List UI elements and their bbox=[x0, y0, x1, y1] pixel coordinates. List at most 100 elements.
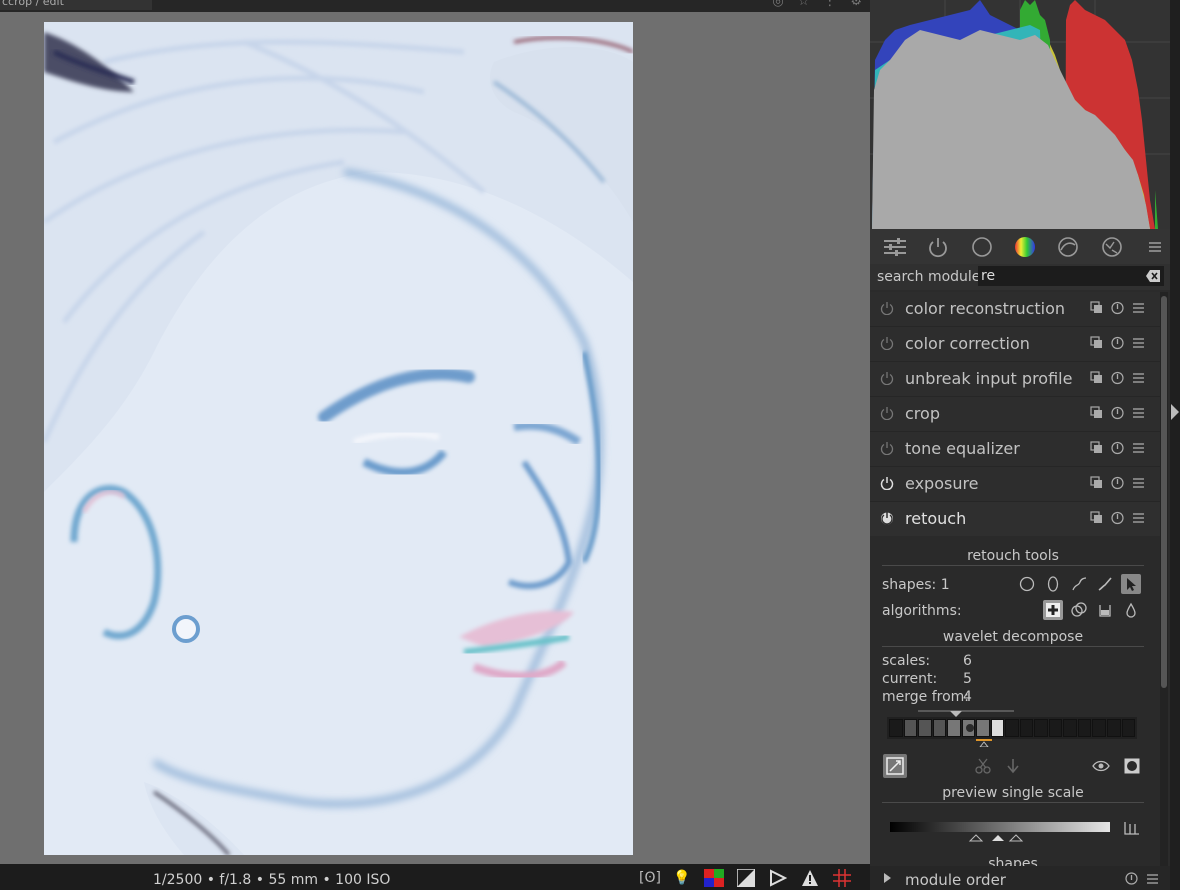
circle-icon[interactable] bbox=[967, 234, 996, 260]
focus-peaking-icon[interactable]: [ʘ] bbox=[638, 868, 662, 888]
module-order-bar[interactable]: module order bbox=[870, 866, 1170, 890]
scale-cell[interactable] bbox=[1077, 719, 1092, 737]
brush-shape-icon[interactable] bbox=[1095, 574, 1115, 594]
sliders-icon[interactable] bbox=[880, 234, 909, 260]
power-on-icon[interactable] bbox=[880, 511, 894, 525]
color-assessment-icon[interactable] bbox=[702, 868, 726, 888]
power-icon[interactable] bbox=[923, 234, 952, 260]
reset-icon[interactable] bbox=[1125, 872, 1138, 885]
search-module-input[interactable] bbox=[978, 266, 1164, 286]
softproof-icon[interactable] bbox=[734, 868, 758, 888]
reset-icon[interactable] bbox=[1111, 406, 1124, 420]
paste-down-icon[interactable] bbox=[1003, 756, 1023, 776]
correct-icon[interactable] bbox=[1054, 234, 1083, 260]
module-unbreak-input-profile[interactable]: unbreak input profile bbox=[870, 362, 1160, 397]
presets-menu-icon[interactable] bbox=[1132, 336, 1145, 350]
circle-shape-icon[interactable] bbox=[1017, 574, 1037, 594]
scale-cell[interactable] bbox=[1034, 719, 1048, 737]
clone-algorithm-icon[interactable] bbox=[1069, 600, 1089, 620]
groups-menu-icon[interactable] bbox=[1141, 234, 1170, 260]
module-order-label: module order bbox=[905, 871, 1006, 889]
reset-icon[interactable] bbox=[1111, 476, 1124, 490]
multi-instance-icon[interactable] bbox=[1090, 301, 1103, 315]
presets-menu-icon[interactable] bbox=[1132, 406, 1145, 420]
module-retouch[interactable]: retouch bbox=[870, 502, 1160, 537]
gear-icon[interactable]: ⚙ bbox=[850, 0, 862, 9]
more-icon[interactable]: ⋮ bbox=[823, 0, 836, 9]
blur-algorithm-icon[interactable] bbox=[1121, 600, 1141, 620]
scale-cell[interactable] bbox=[947, 719, 961, 737]
multi-instance-icon[interactable] bbox=[1090, 371, 1103, 385]
scale-cell[interactable] bbox=[903, 719, 918, 737]
reset-icon[interactable] bbox=[1111, 301, 1124, 315]
clear-search-icon[interactable] bbox=[1146, 270, 1160, 282]
power-icon[interactable] bbox=[880, 406, 894, 420]
path-shape-icon[interactable] bbox=[1069, 574, 1089, 594]
scale-cell-current[interactable] bbox=[961, 719, 976, 737]
scale-cell[interactable] bbox=[1019, 719, 1034, 737]
star-icon[interactable]: ☆ bbox=[798, 0, 810, 9]
collapse-panel-arrow-icon[interactable] bbox=[1171, 404, 1179, 420]
mask-display-icon[interactable] bbox=[1122, 756, 1142, 776]
lightbulb-icon[interactable]: 💡 bbox=[670, 868, 694, 888]
panel-scrollbar-thumb[interactable] bbox=[1161, 296, 1167, 688]
multi-instance-icon[interactable] bbox=[1090, 511, 1103, 525]
warning-icon[interactable] bbox=[798, 868, 822, 888]
reset-icon[interactable] bbox=[1111, 441, 1124, 455]
power-icon[interactable] bbox=[880, 371, 894, 385]
power-icon[interactable] bbox=[880, 336, 894, 350]
presets-menu-icon[interactable] bbox=[1146, 872, 1159, 885]
presets-menu-icon[interactable] bbox=[1132, 476, 1145, 490]
reset-icon[interactable] bbox=[1111, 511, 1124, 525]
presets-menu-icon[interactable] bbox=[1132, 371, 1145, 385]
multi-instance-icon[interactable] bbox=[1090, 406, 1103, 420]
scale-cell[interactable] bbox=[932, 719, 947, 737]
gamut-check-icon[interactable] bbox=[766, 868, 790, 888]
module-exposure[interactable]: exposure bbox=[870, 467, 1160, 502]
module-tone-equalizer[interactable]: tone equalizer bbox=[870, 432, 1160, 467]
presets-menu-icon[interactable] bbox=[1132, 301, 1145, 315]
color-wheel-icon[interactable] bbox=[1010, 234, 1039, 260]
power-icon[interactable] bbox=[880, 301, 894, 315]
ellipse-shape-icon[interactable] bbox=[1043, 574, 1063, 594]
reset-icon[interactable] bbox=[1111, 336, 1124, 350]
preview-levels-gradient[interactable] bbox=[890, 822, 1110, 832]
image-preview[interactable] bbox=[44, 22, 633, 855]
heal-algorithm-icon[interactable] bbox=[1043, 600, 1063, 620]
multi-instance-icon[interactable] bbox=[1090, 476, 1103, 490]
scale-cell[interactable] bbox=[1063, 719, 1077, 737]
module-crop[interactable]: crop bbox=[870, 397, 1160, 432]
scale-cell[interactable] bbox=[1048, 719, 1063, 737]
show-shapes-icon[interactable] bbox=[1121, 574, 1141, 594]
power-icon[interactable] bbox=[880, 441, 894, 455]
presets-menu-icon[interactable] bbox=[1132, 511, 1145, 525]
scale-cell[interactable] bbox=[889, 719, 903, 737]
info-icon[interactable]: ◎ bbox=[772, 0, 783, 9]
image-breadcrumb: ccrop / edit bbox=[0, 0, 152, 10]
guides-icon[interactable] bbox=[830, 868, 854, 888]
scale-cell[interactable] bbox=[990, 719, 1005, 737]
histogram[interactable] bbox=[870, 0, 1170, 229]
scale-cell[interactable] bbox=[1092, 719, 1106, 737]
multi-instance-icon[interactable] bbox=[1090, 441, 1103, 455]
cut-icon[interactable] bbox=[973, 756, 993, 776]
eye-icon[interactable] bbox=[1091, 756, 1111, 776]
reset-icon[interactable] bbox=[1111, 371, 1124, 385]
scale-cell[interactable] bbox=[1005, 719, 1019, 737]
multi-instance-icon[interactable] bbox=[1090, 336, 1103, 350]
wavelet-scale-selector[interactable] bbox=[887, 717, 1137, 739]
levels-markers[interactable] bbox=[968, 832, 1028, 842]
module-color-correction[interactable]: color correction bbox=[870, 327, 1160, 362]
presets-menu-icon[interactable] bbox=[1132, 441, 1145, 455]
scale-cell[interactable] bbox=[1106, 719, 1121, 737]
scale-cell[interactable] bbox=[1121, 719, 1136, 737]
auto-levels-icon[interactable] bbox=[1122, 818, 1142, 838]
display-wavelet-scale-icon[interactable] bbox=[883, 754, 907, 778]
fill-algorithm-icon[interactable] bbox=[1095, 600, 1115, 620]
effects-icon[interactable] bbox=[1097, 234, 1126, 260]
expand-arrow-icon[interactable] bbox=[884, 873, 891, 883]
scale-cell[interactable] bbox=[976, 719, 990, 737]
module-color-reconstruction[interactable]: color reconstruction bbox=[870, 292, 1160, 327]
power-on-icon[interactable] bbox=[880, 476, 894, 490]
scale-cell[interactable] bbox=[918, 719, 932, 737]
